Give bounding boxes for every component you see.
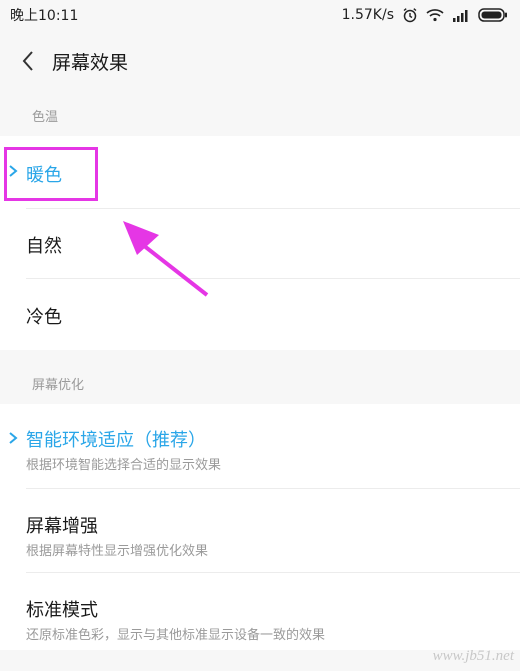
annotation-highlight-box [4, 147, 98, 201]
status-icons: 1.57K/s [342, 7, 508, 23]
chevron-left-icon [22, 51, 33, 71]
watermark: www.jb51.net [432, 648, 514, 664]
network-speed: 1.57K/s [341, 7, 394, 23]
option-enhance[interactable]: 屏幕增强 根据屏幕特性显示增强优化效果 [0, 488, 520, 572]
option-description: 还原标准色彩，显示与其他标准显示设备一致的效果 [26, 628, 326, 643]
optimization-group: 智能环境适应（推荐） 根据环境智能选择合适的显示效果 屏幕增强 根据屏幕特性显示… [0, 404, 520, 650]
signal-icon [452, 9, 470, 22]
section-label-color-temp: 色温 [32, 110, 59, 125]
option-smart-adapt[interactable]: 智能环境适应（推荐） 根据环境智能选择合适的显示效果 [0, 404, 520, 488]
page-title: 屏幕效果 [52, 51, 129, 74]
option-label: 标准模式 [26, 600, 98, 621]
wifi-icon [426, 8, 444, 22]
option-standard[interactable]: 标准模式 还原标准色彩，显示与其他标准显示设备一致的效果 [0, 572, 520, 650]
app-header: 屏幕效果 [0, 30, 520, 92]
alarm-icon [402, 7, 418, 23]
back-button[interactable] [6, 39, 50, 83]
section-label-optimization: 屏幕优化 [32, 378, 85, 393]
option-cool[interactable]: 冷色 [0, 278, 520, 350]
option-label: 屏幕增强 [26, 516, 98, 537]
option-label: 智能环境适应（推荐） [26, 430, 206, 451]
option-label: 冷色 [26, 307, 62, 328]
status-bar: 晚上10:11 1.57K/s [0, 0, 520, 30]
battery-icon [478, 8, 508, 22]
selected-arrow-icon [8, 430, 18, 449]
option-natural[interactable]: 自然 [0, 208, 520, 278]
annotation-arrow-icon [123, 221, 209, 297]
option-description: 根据环境智能选择合适的显示效果 [26, 458, 222, 473]
option-label: 自然 [26, 236, 62, 257]
status-time: 晚上10:11 [10, 8, 79, 24]
option-description: 根据屏幕特性显示增强优化效果 [26, 544, 209, 559]
